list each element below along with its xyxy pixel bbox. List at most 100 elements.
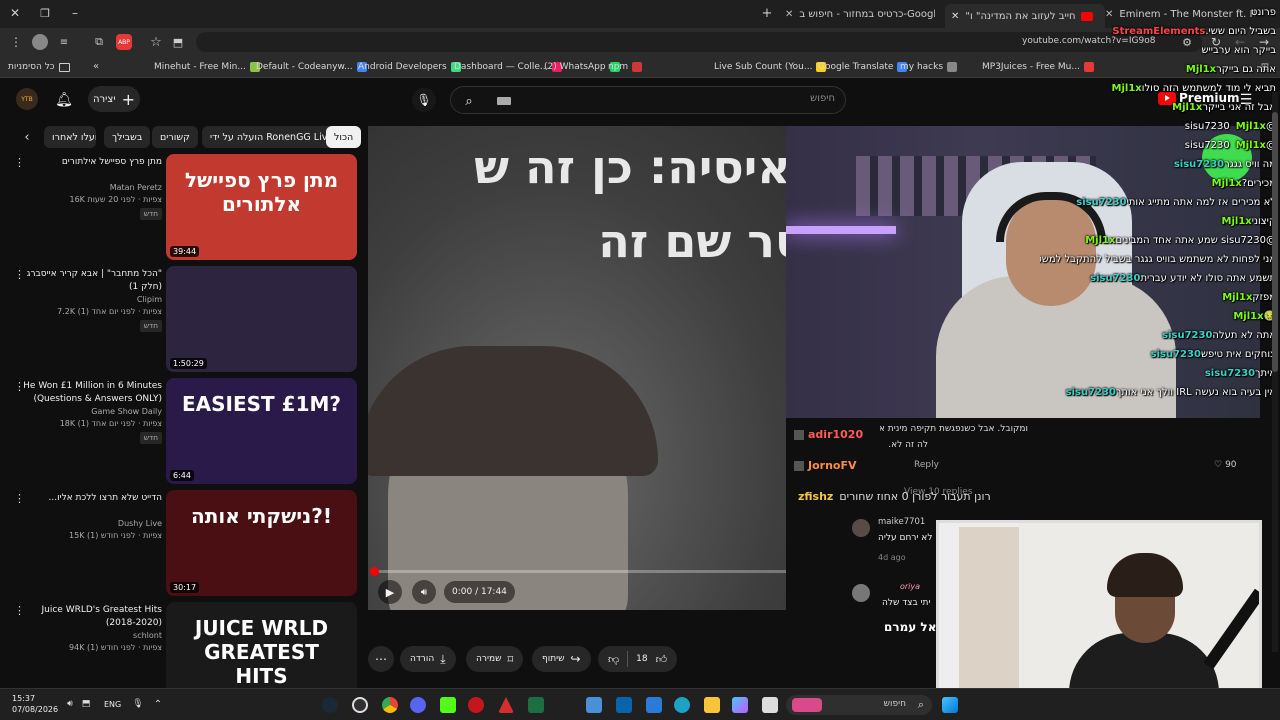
search-icon[interactable]: ⌕ <box>459 91 479 111</box>
outlook-icon[interactable] <box>616 697 632 713</box>
video-title[interactable]: הדייט שלא תרצו ללכת אליו... <box>12 492 162 505</box>
comment-likes[interactable]: ♡ 90 <box>1214 460 1237 470</box>
video-thumbnail[interactable]: EASIEST £1M? 6:44 <box>166 378 357 484</box>
start-icon[interactable] <box>942 697 958 713</box>
store-icon[interactable] <box>646 697 662 713</box>
bookmark-item[interactable]: Google Translate <box>818 59 908 75</box>
scrollbar-thumb[interactable] <box>1272 112 1278 372</box>
volume-icon[interactable]: 🔊︎ <box>412 580 436 604</box>
bookmark-item[interactable]: Default - Codeanyw... <box>256 59 367 75</box>
like-dislike-button[interactable]: 👎︎ 18 👍︎ <box>598 646 678 672</box>
app-icon[interactable] <box>468 697 484 713</box>
chip-recent[interactable]: הועלו לאחרו <box>44 126 96 148</box>
recommended-video[interactable]: 1:50:29 "הכל מתחבר" | אבא קריר אייסברג (ח… <box>0 266 362 374</box>
reply-link[interactable]: Reply <box>914 460 939 470</box>
bookmark-item[interactable]: npm <box>608 59 643 75</box>
new-tab-icon[interactable]: + <box>760 6 774 21</box>
profile-icon[interactable] <box>32 34 48 50</box>
chrome-icon[interactable] <box>382 697 398 713</box>
video-thumbnail[interactable]: 1:50:29 <box>166 266 357 372</box>
clock[interactable]: 15:37 07/08/2026 <box>12 693 58 715</box>
adblock-icon[interactable]: ABP <box>116 34 132 50</box>
create-button[interactable]: יצירה + <box>88 86 140 112</box>
more-options-icon[interactable]: ⋮ <box>14 380 25 394</box>
more-options-icon[interactable]: ⋮ <box>14 156 25 170</box>
file-explorer-icon[interactable] <box>704 697 720 713</box>
video-title[interactable]: He Won £1 Million in 6 Minutes (Question… <box>12 380 162 406</box>
language-indicator[interactable]: ENG <box>104 700 121 709</box>
video-thumbnail[interactable]: נישקתי אותה?! 30:17 <box>166 490 357 596</box>
channel-name[interactable]: Dushy Live <box>12 518 162 530</box>
network-icon[interactable]: ⬒ <box>80 698 92 710</box>
video-title[interactable]: "הכל מתחבר" | אבא קריר אייסברג (חלק 1) <box>12 268 162 294</box>
close-tab-icon[interactable]: ✕ <box>785 9 793 20</box>
chevron-up-icon[interactable]: ⌃ <box>152 698 164 710</box>
steam-icon[interactable] <box>322 697 338 713</box>
bookmark-item[interactable]: Live Sub Count (You... <box>714 59 827 75</box>
chevron-left-icon[interactable]: « <box>90 60 102 72</box>
channel-name[interactable]: schlont <box>12 630 162 642</box>
more-options-icon[interactable]: ⋮ <box>14 492 25 506</box>
extensions-icon[interactable]: ⧉ <box>92 35 106 49</box>
more-options-icon[interactable]: ⋮ <box>14 268 25 282</box>
video-player[interactable]: טאיסיה: כן זה ש וסר שם זה ▶ 🔊︎ 0:00 / 17… <box>368 126 822 610</box>
app-icon[interactable] <box>762 697 778 713</box>
dislike-icon[interactable]: 👎︎ <box>608 653 619 666</box>
recommended-video[interactable]: נישקתי אותה?! 30:17 הדייט שלא תרצו ללכת אל… <box>0 490 362 598</box>
copilot-icon[interactable] <box>732 697 748 713</box>
bookmark-item[interactable]: Minehut - Free Min... <box>154 59 260 75</box>
channel-name[interactable]: Matan Peretz <box>12 182 162 194</box>
chip-uploaded-by[interactable]: הועלה על ידי RonenGG Live <box>202 126 342 148</box>
app-icon[interactable] <box>586 697 602 713</box>
save-button[interactable]: שמירה ⌑ <box>466 646 524 672</box>
all-bookmarks[interactable]: כל הסימניות <box>8 59 70 75</box>
chat-username: Mjl1x <box>1085 235 1116 246</box>
like-icon[interactable]: 👍︎ <box>656 653 668 666</box>
discord-icon[interactable] <box>410 697 426 713</box>
volume-icon[interactable]: 🔊︎ <box>64 698 76 710</box>
channel-name[interactable]: Clipim <box>12 294 162 306</box>
more-actions-icon[interactable]: ⋯ <box>368 646 394 672</box>
obs-icon[interactable] <box>352 697 368 713</box>
excel-icon[interactable] <box>528 697 544 713</box>
chip-all[interactable]: הכול <box>326 126 362 148</box>
star-icon[interactable]: ☆ <box>148 34 164 50</box>
keyboard-icon[interactable] <box>497 97 511 105</box>
video-title[interactable]: מתן פרץ ספיישל אילתורים <box>12 156 162 169</box>
close-tab-icon[interactable]: ✕ <box>951 11 959 22</box>
chip-for-you[interactable]: בשבילך <box>104 126 151 148</box>
minimize-window-icon[interactable]: – <box>68 6 82 20</box>
app-icon[interactable] <box>498 697 514 713</box>
video-thumbnail[interactable]: מתן פרץ ספיישל אלתורים 39:44 <box>166 154 357 260</box>
taskbar-search[interactable]: חיפוש ⌕ <box>786 695 932 715</box>
download-button[interactable]: הורדה ⤓ <box>400 646 456 672</box>
more-options-icon[interactable]: ⋮ <box>14 604 25 618</box>
bell-icon[interactable]: 🔔︎ <box>54 90 74 110</box>
install-icon[interactable]: ⬒ <box>170 34 186 50</box>
edge-icon[interactable] <box>674 697 690 713</box>
scrollbar[interactable] <box>1272 92 1278 652</box>
app-icon[interactable] <box>440 697 456 713</box>
menu-icon[interactable]: ⋮ <box>10 35 22 49</box>
chat-username: sisu7230 <box>1150 349 1201 360</box>
recommended-video[interactable]: EASIEST £1M? 6:44 He Won £1 Million in 6 M… <box>0 378 362 486</box>
share-button[interactable]: שיתוף ↪ <box>532 646 591 672</box>
media-icon[interactable]: ≡ <box>58 35 70 49</box>
microphone-icon[interactable]: 🎙︎ <box>412 88 436 112</box>
video-title[interactable]: Juice WRLD's Greatest Hits (2018-2020) <box>12 604 163 630</box>
chip-related[interactable]: קשורים <box>152 126 198 148</box>
microphone-icon[interactable]: 🎙︎ <box>132 698 144 710</box>
chevron-left-icon[interactable]: ‹ <box>20 130 34 145</box>
tab-google-search[interactable]: ✕ כרטיס במחזור - חיפוש ב-Google <box>785 4 935 24</box>
restore-window-icon[interactable]: ❐ <box>38 6 52 20</box>
close-window-icon[interactable]: ✕ <box>8 6 22 20</box>
recommended-video[interactable]: מתן פרץ ספיישל אלתורים 39:44 מתן פרץ ספייש… <box>0 154 362 262</box>
bookmark-item[interactable]: my hacks <box>900 59 958 75</box>
progress-scrubber[interactable] <box>370 567 379 576</box>
search-input[interactable]: ⌕ חיפוש <box>450 86 846 114</box>
channel-name[interactable]: Game Show Daily <box>12 406 162 418</box>
bookmark-item[interactable]: Android Developers <box>358 59 461 75</box>
avatar[interactable]: YTB <box>16 88 38 110</box>
play-icon[interactable]: ▶ <box>378 580 402 604</box>
progress-bar[interactable] <box>370 567 816 576</box>
